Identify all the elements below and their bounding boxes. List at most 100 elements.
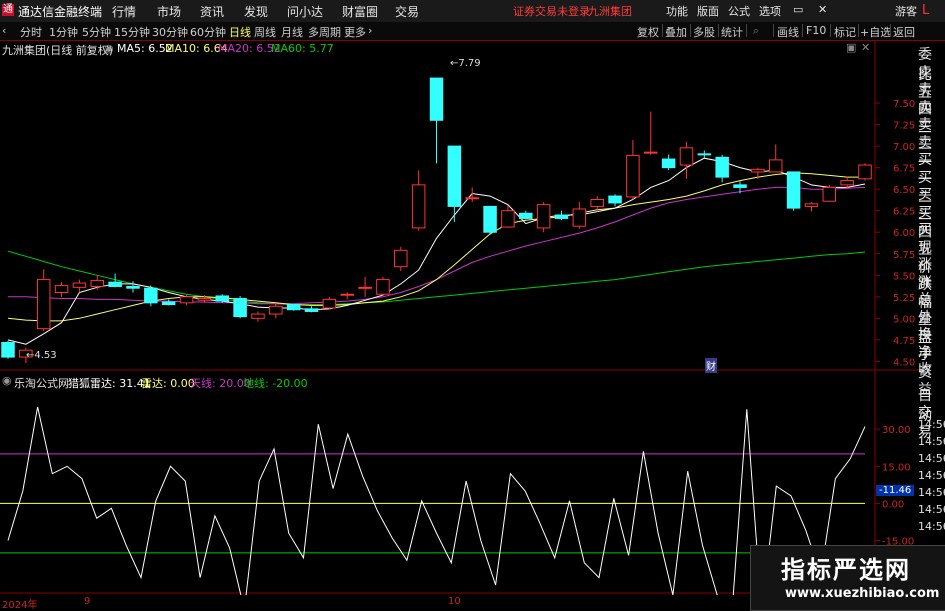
- menu-gongneng[interactable]: 功能: [666, 3, 688, 19]
- indicator-radar: 雷达: 0.00: [141, 377, 195, 390]
- candle[interactable]: [233, 295, 247, 319]
- tab-5min[interactable]: 5分钟: [82, 24, 111, 40]
- candle[interactable]: [519, 210, 533, 220]
- candle[interactable]: [786, 171, 801, 211]
- candle-body: [358, 286, 372, 289]
- menu-gongshi[interactable]: 公式: [728, 3, 750, 19]
- candle[interactable]: [429, 77, 444, 164]
- candle-body: [36, 279, 51, 330]
- btn-huaxian[interactable]: 画线: [777, 24, 799, 40]
- candle[interactable]: [822, 184, 837, 203]
- candle-body: [572, 208, 587, 227]
- candle[interactable]: [358, 277, 372, 297]
- candle[interactable]: [215, 294, 229, 303]
- tab-multi-period[interactable]: 多周期: [308, 24, 341, 40]
- tab-30min[interactable]: 30分钟: [152, 24, 188, 40]
- indicator-settings-icon[interactable]: ◉: [2, 374, 12, 387]
- candle[interactable]: [54, 282, 69, 297]
- indicator-info-bar: ◉ 乐淘公式网 猎狐雷达: 31.41 雷达: 0.00 天线: 20.00 地…: [0, 373, 875, 390]
- more-chevron-icon[interactable]: ›: [368, 24, 372, 37]
- btn-diejia[interactable]: 叠加: [665, 24, 687, 40]
- close-icon[interactable]: ✕: [818, 3, 827, 16]
- candle[interactable]: [394, 246, 408, 271]
- finance-marker[interactable]: 财: [705, 358, 717, 373]
- minimize-icon[interactable]: ▭: [793, 3, 803, 16]
- candle[interactable]: [858, 163, 872, 181]
- candle[interactable]: [322, 296, 337, 310]
- candle[interactable]: [608, 194, 622, 207]
- price-tick-label: 5.75: [893, 250, 915, 261]
- search-icon[interactable]: ⌕: [753, 24, 759, 38]
- candle[interactable]: [644, 111, 658, 155]
- tab-monthly[interactable]: 月线: [281, 24, 303, 40]
- tab-weekly[interactable]: 周线: [254, 24, 276, 40]
- candle-body: [322, 298, 337, 309]
- btn-tongji[interactable]: 统计: [721, 24, 743, 40]
- candle[interactable]: [269, 302, 283, 319]
- candle[interactable]: [751, 167, 765, 179]
- candle-body: [786, 171, 801, 209]
- candle[interactable]: [768, 144, 783, 173]
- candle[interactable]: [161, 299, 176, 306]
- candle-body: [394, 249, 408, 268]
- candle[interactable]: [90, 275, 105, 290]
- candle[interactable]: [536, 202, 551, 233]
- candle-body: [161, 301, 176, 306]
- candle[interactable]: [72, 279, 87, 293]
- ma10-line: [7, 172, 865, 322]
- tab-60min[interactable]: 60分钟: [190, 24, 226, 40]
- guest-label[interactable]: 游客: [895, 3, 917, 19]
- price-tick-label: 5.50: [893, 271, 915, 282]
- prev-arrow-icon[interactable]: ‹: [2, 24, 6, 37]
- menu-wenxiaoda[interactable]: 问小达: [287, 3, 323, 20]
- candle[interactable]: [411, 170, 426, 231]
- app-title: 通达信金融终端: [18, 5, 103, 19]
- tab-1min[interactable]: 1分钟: [49, 24, 78, 40]
- candle[interactable]: [679, 141, 694, 179]
- candle[interactable]: [286, 303, 301, 311]
- btn-fuquan[interactable]: 复权: [637, 24, 659, 40]
- btn-biaoji[interactable]: 标记: [834, 24, 856, 40]
- candle[interactable]: [626, 140, 640, 200]
- price-tick-label: 5.25: [893, 293, 915, 304]
- candle[interactable]: [36, 269, 51, 332]
- menu-banmian[interactable]: 版面: [697, 3, 719, 19]
- candle[interactable]: [340, 292, 354, 300]
- menu-xuanxiang[interactable]: 选项: [759, 3, 781, 19]
- candle[interactable]: [554, 210, 569, 221]
- candle-body: [376, 279, 390, 295]
- x-label-sep: 9: [84, 596, 91, 607]
- candle[interactable]: [144, 285, 158, 307]
- candle-body: [536, 204, 551, 229]
- candle-body: [429, 77, 444, 121]
- tab-daily[interactable]: 日线: [229, 24, 251, 40]
- candle[interactable]: [804, 202, 819, 212]
- menu-caifuquan[interactable]: 财富圈: [342, 3, 378, 20]
- candle[interactable]: [661, 154, 676, 171]
- kline-chart[interactable]: 7.50 7.25 7.00 6.75 6.50 6.25 6.00 5.75 5.50 5.25…: [0, 40, 918, 595]
- login-status[interactable]: 证券交易未登录: [513, 3, 590, 19]
- btn-back[interactable]: 返回: [893, 24, 915, 40]
- candle[interactable]: [251, 311, 265, 322]
- candle[interactable]: [304, 306, 319, 313]
- candle[interactable]: [697, 150, 712, 159]
- btn-add-watchlist[interactable]: +自选: [860, 24, 891, 40]
- tab-fenshi[interactable]: 分时: [20, 24, 42, 40]
- candle[interactable]: [1, 340, 15, 359]
- menu-jiaoyi[interactable]: 交易: [395, 3, 419, 20]
- tab-15min[interactable]: 15分钟: [114, 24, 150, 40]
- btn-duogu[interactable]: 多股: [693, 24, 715, 40]
- candle[interactable]: [483, 205, 497, 235]
- menu-hangqing[interactable]: 行情: [112, 3, 136, 20]
- candle[interactable]: [376, 277, 390, 296]
- candle[interactable]: [465, 187, 479, 203]
- tab-more[interactable]: 更多: [344, 24, 366, 40]
- btn-f10[interactable]: F10: [806, 24, 826, 37]
- candle[interactable]: [715, 154, 729, 183]
- candle[interactable]: [572, 202, 587, 229]
- menu-zixun[interactable]: 资讯: [200, 3, 224, 20]
- auto-trade-panel[interactable]: 自动 交易: [918, 385, 945, 441]
- menu-shichang[interactable]: 市场: [157, 3, 181, 20]
- menu-faxian[interactable]: 发现: [244, 3, 268, 20]
- candle-body: [483, 205, 497, 233]
